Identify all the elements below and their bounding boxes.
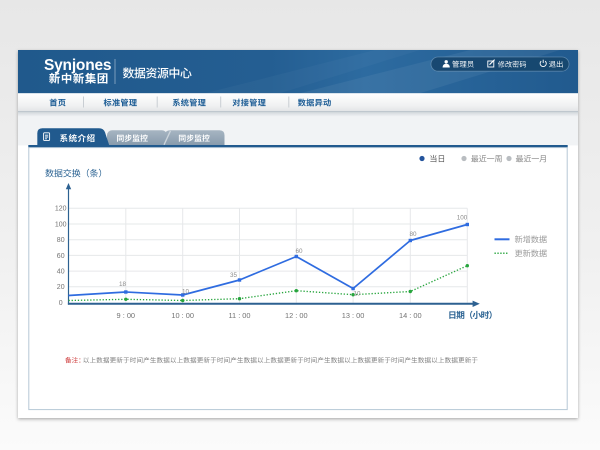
svg-text:18: 18 [119,281,127,288]
svg-text:10: 10 [353,291,361,298]
svg-text:120: 120 [55,206,67,213]
svg-text:100: 100 [55,221,67,228]
svg-text:20: 20 [57,284,65,291]
svg-text:35: 35 [230,272,238,279]
svg-text:11 : 00: 11 : 00 [228,311,250,320]
svg-text:9 : 00: 9 : 00 [117,311,136,320]
svg-text:12 : 00: 12 : 00 [285,311,308,320]
svg-text:14 : 00: 14 : 00 [399,311,422,320]
svg-text:40: 40 [57,269,65,276]
svg-text:80: 80 [409,231,417,238]
svg-text:10: 10 [182,289,190,296]
svg-text:60: 60 [57,253,65,260]
svg-text:Synjones: Synjones [44,57,111,74]
svg-text:60: 60 [295,248,303,255]
svg-text:10 : 00: 10 : 00 [171,311,194,320]
svg-text:13 : 00: 13 : 00 [342,311,365,320]
svg-text:80: 80 [57,237,65,244]
svg-text:100: 100 [457,215,468,222]
svg-text:0: 0 [59,300,63,307]
